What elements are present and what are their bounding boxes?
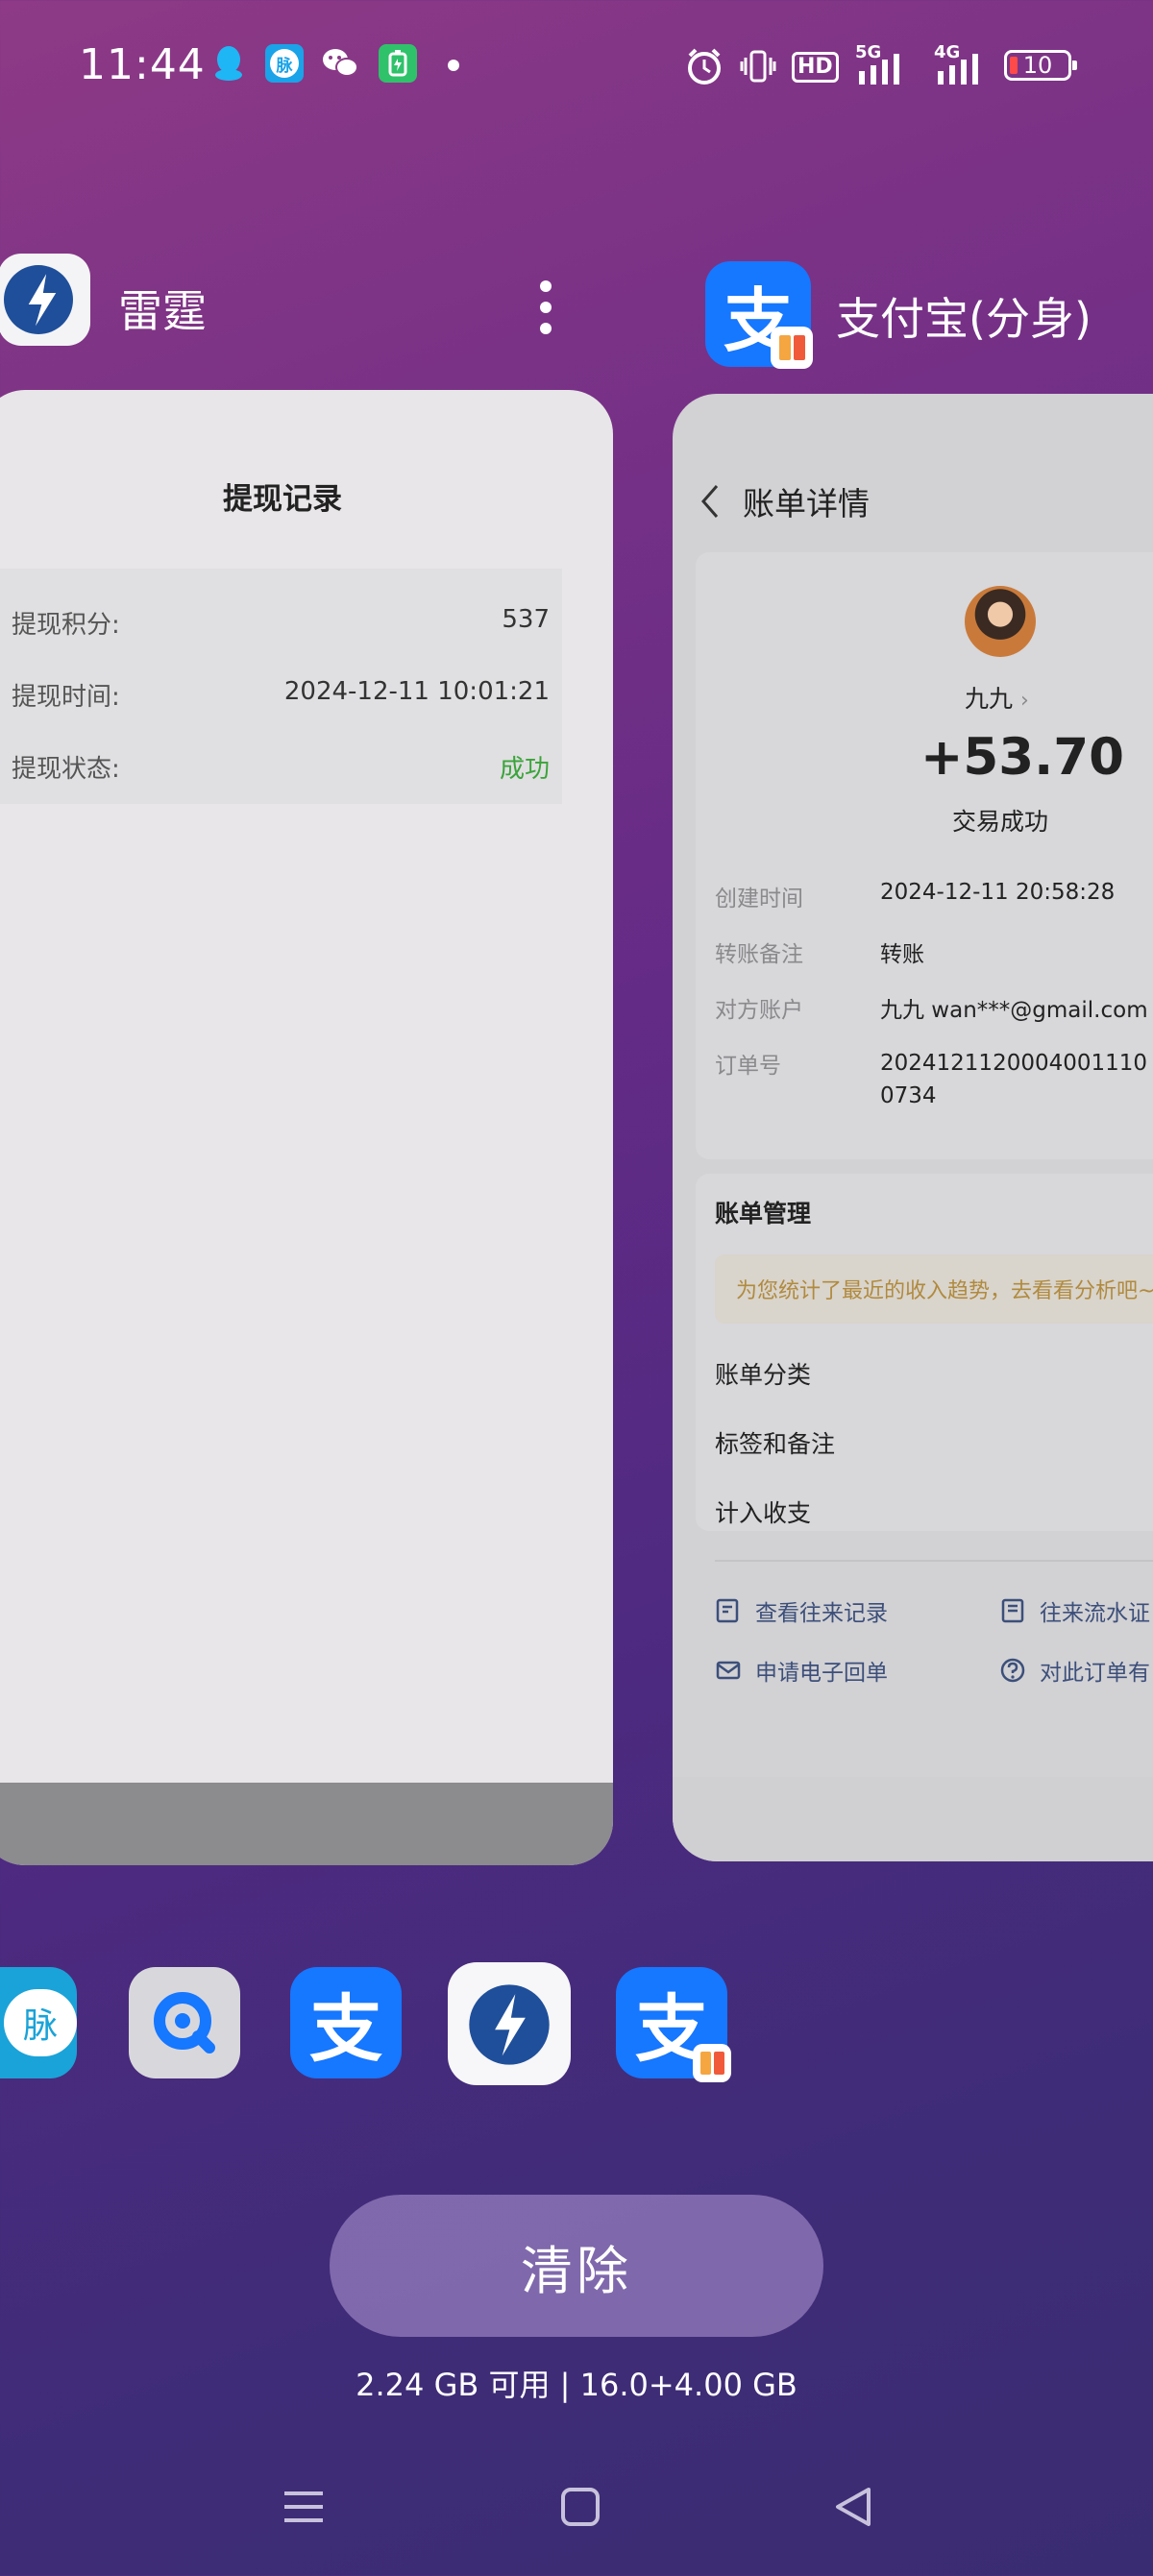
page-title: 提现记录 [223, 482, 342, 517]
alipay-glyph: 支 [309, 1986, 382, 2072]
clone-badge-icon [771, 327, 813, 369]
status-success: 成功 [499, 755, 550, 784]
info-row-points: 提现积分: 537 [12, 605, 550, 641]
action-label: 对此订单有 [1040, 1661, 1150, 1686]
e-receipt-link[interactable]: 申请电子回单 [715, 1654, 888, 1687]
divider [715, 1560, 1153, 1562]
left-app-title: 雷霆 [118, 285, 207, 337]
dock-leiting-icon[interactable] [454, 1969, 565, 2080]
clear-all-button[interactable]: 清除 [330, 2195, 823, 2337]
info-label: 提现时间: [12, 683, 120, 712]
tip-text: 为您统计了最近的收入趋势，去看看分析吧~ [736, 1279, 1153, 1303]
menu-item-tags[interactable]: 标签和备注 [715, 1425, 835, 1460]
right-app-title: 支付宝(分身) [836, 293, 1092, 345]
avatar[interactable] [965, 586, 1036, 657]
card-bottom-strip [0, 1783, 613, 1865]
card-bottom-area [673, 1777, 1153, 1861]
detail-value: 九九 wan***@gmail.com [880, 998, 1148, 1023]
info-label: 提现积分: [12, 611, 120, 640]
lightning-icon [469, 1984, 550, 2065]
detail-label: 对方账户 [715, 998, 803, 1023]
info-value: 537 [502, 605, 550, 634]
order-question-link[interactable]: 对此订单有 [999, 1654, 1150, 1687]
alarm-icon [684, 46, 724, 90]
statement-icon [1001, 1598, 1024, 1623]
withdraw-info-box: 提现积分: 537 提现时间: 2024-12-11 10:01:21 提现状态… [0, 569, 562, 804]
more-notifications-dot [448, 60, 459, 71]
signal-4g-icon [934, 54, 988, 88]
qq-icon [209, 44, 248, 83]
info-row-time: 提现时间: 2024-12-11 10:01:21 [12, 677, 550, 713]
status-time: 11:44 [79, 40, 206, 89]
alipay-clone-app-icon[interactable]: 支 [705, 261, 813, 369]
payer-name[interactable]: 九九 › [965, 680, 1029, 715]
battery-icon: 10 [1004, 50, 1077, 81]
menu-item-income[interactable]: 计入收支 [715, 1495, 811, 1529]
income-trend-tip[interactable]: 为您统计了最近的收入趋势，去看看分析吧~ [715, 1254, 1153, 1324]
info-row-status: 提现状态: 成功 [12, 749, 550, 785]
payer-name-text: 九九 [965, 685, 1014, 713]
info-label: 提现状态: [12, 755, 120, 784]
dock-search-app-icon[interactable] [129, 1967, 240, 2078]
home-nav-icon[interactable] [552, 2478, 609, 2536]
memory-info: 2.24 GB 可用 | 16.0+4.00 GB [356, 2367, 797, 2403]
vibrate-icon [740, 48, 776, 88]
detail-value: 2024-12-11 20:58:28 [880, 880, 1116, 905]
back-icon[interactable] [698, 482, 721, 524]
maimai-notify-icon: 脉 [265, 44, 304, 83]
chevron-right-icon: › [1019, 689, 1029, 713]
status-bar: 11:44 脉 HD 5G 4G 10 [0, 0, 1153, 134]
detail-label: 转账备注 [715, 942, 803, 967]
lightning-icon [4, 265, 73, 334]
leiting-recent-card[interactable]: 提现记录 提现积分: 537 提现时间: 2024-12-11 10:01:21… [0, 390, 613, 1865]
trade-status: 交易成功 [952, 808, 1049, 836]
leiting-app-icon[interactable] [0, 254, 90, 346]
alipay-recent-card[interactable]: 账单详情 九九 › +53.70 交易成功 创建时间 2024-12-11 20… [673, 394, 1153, 1861]
menu-item-category[interactable]: 账单分类 [715, 1356, 811, 1391]
dock-maimai-icon[interactable]: 脉 [0, 1967, 77, 2078]
statement-link[interactable]: 往来流水证 [999, 1594, 1150, 1627]
clone-badge-icon [693, 2044, 731, 2082]
more-options-icon[interactable] [534, 279, 557, 336]
battery-level: 10 [1022, 52, 1053, 79]
mai-badge: 脉 [270, 49, 299, 78]
maimai-label: 脉 [4, 1989, 77, 2056]
action-label: 查看往来记录 [755, 1601, 888, 1626]
magnifier-icon [154, 1992, 215, 2054]
detail-label: 订单号 [715, 1054, 781, 1079]
view-history-link[interactable]: 查看往来记录 [715, 1594, 888, 1627]
info-value: 2024-12-11 10:01:21 [283, 677, 550, 706]
detail-value: 转账 [880, 942, 924, 967]
dock-alipay-clone-icon[interactable]: 支 [616, 1967, 731, 2082]
record-icon [716, 1598, 739, 1623]
detail-label: 创建时间 [715, 887, 803, 911]
hd-icon: HD [792, 52, 839, 83]
wechat-icon [321, 44, 359, 83]
help-icon [1000, 1658, 1025, 1683]
amount: +53.70 [920, 728, 1125, 787]
menu-nav-icon[interactable] [275, 2478, 332, 2536]
bill-detail-title: 账单详情 [743, 485, 870, 522]
section-title: 账单管理 [715, 1200, 812, 1227]
battery-app-icon [379, 44, 417, 83]
detail-value: 20241211200040011100734 [880, 1051, 1148, 1108]
action-label: 往来流水证 [1040, 1601, 1150, 1626]
mail-icon [716, 1661, 741, 1680]
signal-5g-icon [855, 54, 909, 88]
back-nav-icon[interactable] [824, 2478, 882, 2536]
dock-alipay-icon[interactable]: 支 [290, 1967, 402, 2078]
action-label: 申请电子回单 [755, 1661, 888, 1686]
